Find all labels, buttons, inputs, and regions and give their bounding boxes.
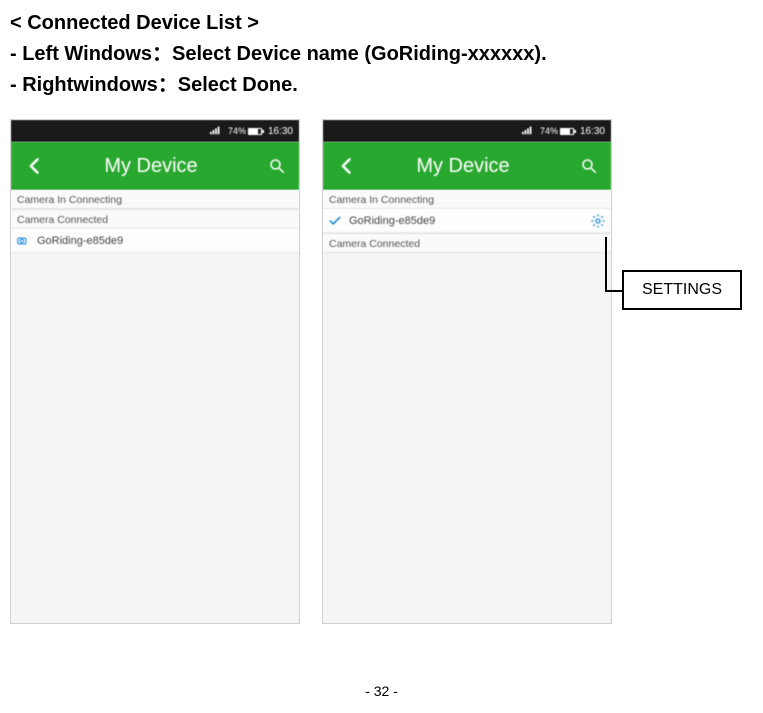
callout-leader-horizontal — [605, 290, 623, 292]
camera-icon — [15, 233, 31, 249]
device-row[interactable]: GoRiding-e85de9 — [11, 229, 299, 253]
label-connected: Camera Connected — [323, 233, 611, 253]
settings-callout: SETTINGS — [622, 270, 742, 310]
page-root: < Connected Device List > - Left Windows… — [0, 0, 763, 713]
callout-leader-vertical — [605, 237, 607, 292]
signal-icon — [522, 125, 534, 138]
search-button[interactable] — [575, 152, 603, 180]
titlebar-title: My Device — [359, 155, 567, 178]
label-connecting: Camera In Connecting — [323, 190, 611, 209]
battery-pct: 74% — [228, 126, 246, 136]
page-number: - 32 - — [0, 683, 763, 699]
left-titlebar: My Device — [11, 142, 299, 190]
status-time: 16:30 — [268, 126, 293, 137]
battery-indicator: 74% — [540, 126, 574, 136]
search-button[interactable] — [263, 152, 291, 180]
right-phone: 74% 16:30 My Device Camera In Connecting — [322, 119, 612, 624]
left-phone: 74% 16:30 My Device Camera In Connecting… — [10, 119, 300, 624]
heading-line-2-left: - Left Windows — [10, 43, 152, 65]
heading-line-2: - Left Windows：Select Device name (GoRid… — [10, 39, 753, 70]
left-statusbar: 74% 16:30 — [11, 120, 299, 142]
left-list: Camera In Connecting Camera Connected Go… — [11, 190, 299, 253]
check-icon — [327, 213, 343, 229]
signal-icon — [210, 125, 222, 138]
battery-indicator: 74% — [228, 126, 262, 136]
right-list: Camera In Connecting GoRiding-e85de9 Cam… — [323, 190, 611, 253]
left-empty-area — [11, 253, 299, 623]
device-name: GoRiding-e85de9 — [37, 235, 295, 247]
screenshot-row: 74% 16:30 My Device Camera In Connecting… — [10, 119, 753, 624]
device-row-selected[interactable]: GoRiding-e85de9 — [323, 209, 611, 233]
titlebar-title: My Device — [47, 155, 255, 178]
heading-line-3: - Rightwindows：Select Done. — [10, 70, 753, 101]
status-time: 16:30 — [580, 126, 605, 137]
device-name: GoRiding-e85de9 — [349, 215, 583, 227]
settings-gear-button[interactable] — [589, 212, 607, 230]
heading-line-2-right: Select Device name (GoRiding-xxxxxx). — [172, 43, 547, 65]
heading-colon-2: ： — [152, 43, 172, 65]
battery-icon — [248, 128, 262, 135]
heading-line-3-left: - Rightwindows — [10, 74, 158, 96]
right-statusbar: 74% 16:30 — [323, 120, 611, 142]
heading-line-3-right: Select Done. — [178, 74, 298, 96]
heading-line-1: < Connected Device List > — [10, 8, 753, 39]
callout-text: SETTINGS — [642, 281, 722, 299]
right-empty-area — [323, 253, 611, 623]
battery-pct: 74% — [540, 126, 558, 136]
label-connected: Camera Connected — [11, 209, 299, 229]
battery-icon — [560, 128, 574, 135]
right-titlebar: My Device — [323, 142, 611, 190]
label-connecting: Camera In Connecting — [11, 190, 299, 209]
heading-colon-3: ： — [158, 74, 178, 96]
